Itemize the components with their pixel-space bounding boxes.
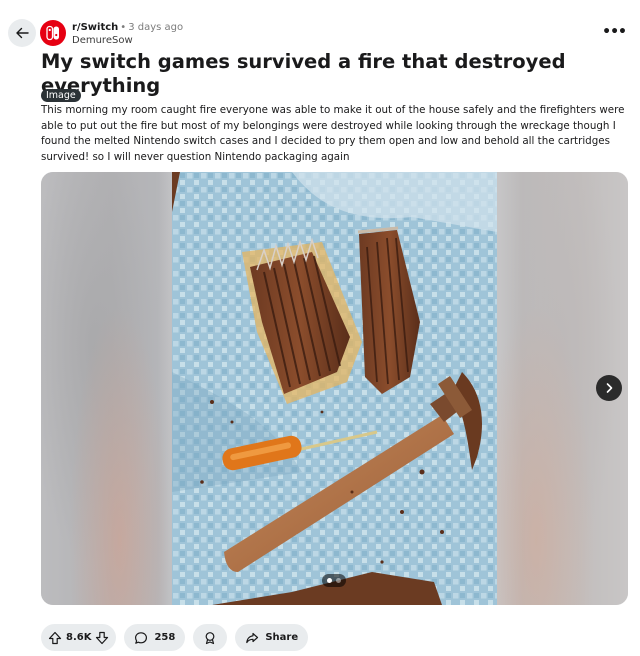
award-icon: [205, 631, 215, 644]
post-age: 3 days ago: [128, 22, 184, 33]
more-options-button[interactable]: •••: [602, 24, 627, 40]
post-body: This morning my room caught fire everyon…: [41, 104, 625, 164]
share-icon: [246, 632, 259, 643]
comment-count: 258: [154, 632, 176, 643]
vote-count: 8.6K: [66, 632, 92, 643]
next-image-button[interactable]: [596, 375, 622, 401]
subreddit-name[interactable]: r/Switch: [72, 22, 118, 33]
post-meta: r/Switch • 3 days ago DemureSow: [72, 21, 183, 47]
vote-control: 8.6K: [41, 624, 117, 651]
post-page: r/Switch • 3 days ago DemureSow ••• My swi…: [0, 0, 640, 656]
share-button[interactable]: Share: [235, 624, 309, 651]
chevron-right-icon: [606, 383, 613, 393]
comment-icon: [135, 631, 148, 644]
author-name[interactable]: DemureSow: [72, 34, 183, 47]
gallery-blur-left: [41, 172, 172, 605]
image-gallery[interactable]: [41, 172, 628, 605]
back-button[interactable]: [8, 19, 36, 47]
post-flair[interactable]: Image: [41, 89, 81, 102]
switch-logo-icon: [46, 25, 59, 41]
gallery-pagination: [322, 574, 346, 587]
subreddit-avatar[interactable]: [40, 20, 66, 46]
post-image[interactable]: [172, 172, 497, 605]
meta-separator: •: [120, 22, 127, 33]
gallery-dot-active[interactable]: [327, 578, 332, 583]
comments-button[interactable]: 258: [124, 624, 186, 651]
share-label: Share: [265, 632, 299, 643]
action-bar: 8.6K 258 Share: [41, 624, 309, 651]
upvote-icon[interactable]: [48, 631, 62, 645]
post-title: My switch games survived a fire that des…: [41, 50, 566, 97]
arrow-left-icon: [16, 27, 29, 39]
downvote-icon[interactable]: [95, 631, 109, 645]
gallery-dot[interactable]: [336, 578, 341, 583]
award-button[interactable]: [193, 624, 228, 651]
